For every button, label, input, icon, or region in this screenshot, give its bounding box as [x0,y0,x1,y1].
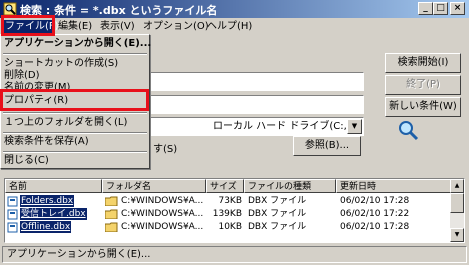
magnifier-icon [399,121,419,141]
folder-icon [105,196,118,206]
maximize-icon: □ [436,3,445,13]
folder-path: C:¥WINDOWS¥A... [121,222,204,232]
file-size: 73KB [218,196,242,206]
menu-edit[interactable]: 編集(E) [58,20,92,34]
menu-save-search[interactable]: 検索条件を保存(A) [4,134,89,149]
results-scrollbar[interactable]: ▲ ▼ [450,179,464,242]
folder-path: C:¥WINDOWS¥A... [121,209,204,219]
search-app-icon [3,2,17,16]
status-bar: アプリケーションから開く(E)... [2,246,467,263]
scroll-thumb[interactable] [450,193,464,213]
close-button[interactable]: × [450,2,465,15]
arrow-up-icon: ▲ [454,182,460,189]
chevron-down-icon: ▼ [351,122,358,130]
column-header-name[interactable]: 名前 [5,179,102,193]
search-start-button[interactable]: 検索開始(I) [385,53,461,73]
menu-open-with[interactable]: アプリケーションから開く(E)... [4,36,151,51]
folder-path: C:¥WINDOWS¥A... [121,196,204,206]
menu-options[interactable]: オプション(O) [143,20,209,34]
file-name[interactable]: Folders.dbx [20,195,75,207]
look-in-dropdown-arrow[interactable]: ▼ [347,119,362,134]
file-type: DBX ファイル [248,209,307,219]
scroll-up-button[interactable]: ▲ [450,179,464,193]
dbx-file-icon [7,209,18,220]
file-size: 10KB [218,222,242,232]
menu-rename[interactable]: 名前の変更(M) [4,80,70,90]
menu-open-parent-folder[interactable]: １つ上のフォルダを開く(L) [4,115,127,130]
scroll-down-button[interactable]: ▼ [450,228,464,242]
file-type: DBX ファイル [248,222,307,232]
arrow-down-icon: ▼ [454,231,460,238]
window-title: 検索 : 条件 = *.dbx というファイル名 [20,4,218,17]
menu-help[interactable]: ヘルプ(H) [207,20,252,34]
browse-button[interactable]: 参照(B)... [293,136,361,156]
include-subfolders-label[interactable]: す(S) [153,140,177,155]
menu-separator [3,112,147,114]
stop-button[interactable]: 終了(P) [385,75,461,95]
file-name[interactable]: 受信トレイ.dbx [20,208,87,220]
minimize-icon: _ [423,3,428,13]
file-type: DBX ファイル [248,196,307,206]
dbx-file-icon [7,222,18,233]
search-window: 検索 : 条件 = *.dbx というファイル名 _ □ × ファイル(F) 編… [0,0,469,265]
folder-icon [105,209,118,219]
column-header-modified[interactable]: 更新日時 [336,179,452,193]
column-header-size[interactable]: サイズ [206,179,244,193]
menu-file[interactable]: ファイル(F) [2,20,59,34]
results-list[interactable]: 名前 フォルダ名 サイズ ファイルの種類 更新日時 Folders.dbx C:… [4,178,465,243]
menu-close[interactable]: 閉じる(C) [4,153,49,168]
modified-date: 06/02/10 17:22 [340,209,410,219]
menu-properties[interactable]: プロパティ(R) [4,93,68,108]
file-name[interactable]: Offline.dbx [20,221,72,233]
file-menu-dropdown: アプリケーションから開く(E)... ショートカットの作成(S) 削除(D) 名… [0,34,151,169]
title-bar[interactable]: 検索 : 条件 = *.dbx というファイル名 _ □ × [0,0,469,18]
menu-separator [3,53,147,55]
look-in-value: ローカル ハード ドライブ(C:,D:) [213,121,362,132]
file-size: 139KB [212,209,242,219]
modified-date: 06/02/10 17:28 [340,222,410,232]
menu-view[interactable]: 表示(V) [100,20,135,34]
column-header-type[interactable]: ファイルの種類 [244,179,336,193]
column-header-folder[interactable]: フォルダ名 [102,179,206,193]
new-search-button[interactable]: 新しい条件(W) [385,97,461,117]
maximize-button[interactable]: □ [433,2,448,15]
close-icon: × [453,3,462,13]
dbx-file-icon [7,196,18,207]
modified-date: 06/02/10 17:28 [340,196,410,206]
minimize-button[interactable]: _ [418,2,433,15]
folder-icon [105,222,118,232]
